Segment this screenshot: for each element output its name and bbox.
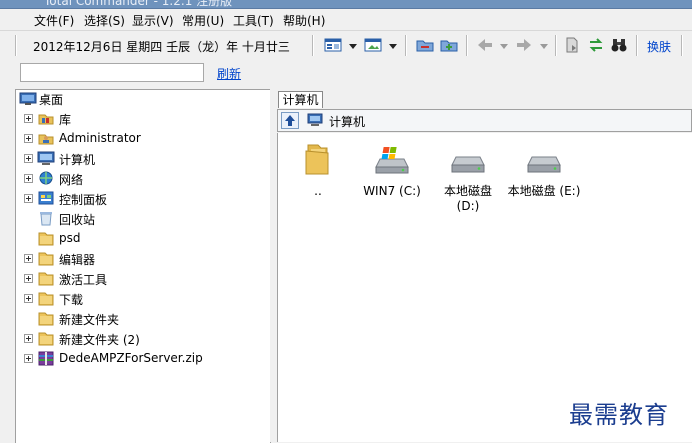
parent-folder-icon — [280, 141, 356, 180]
folder-icon — [37, 230, 55, 246]
toolbar-separator — [681, 35, 683, 56]
back-arrow-icon[interactable] — [476, 37, 494, 53]
file-item-drive-d[interactable]: 本地磁盘 (D:) — [430, 145, 506, 214]
tab-computer[interactable]: 计算机 — [278, 91, 323, 108]
toolbar-separator — [636, 35, 638, 56]
folder-icon — [37, 330, 55, 346]
network-icon — [37, 170, 55, 186]
file-label: .. — [314, 184, 322, 198]
local-disk-icon — [430, 145, 506, 180]
expand-icon[interactable] — [24, 174, 33, 183]
tree-item-label: 新建文件夹 — [59, 313, 120, 327]
date-display: 2012年12月6日 星期四 壬辰（龙）年 十月廿三 — [33, 40, 290, 54]
recycle-bin-icon — [37, 210, 55, 226]
file-item-parent[interactable]: .. — [280, 141, 356, 199]
menu-bar: 文件(F) 选择(S) 显示(V) 常用(U) 工具(T) 帮助(H) — [0, 9, 692, 31]
tree-item-label: 网络 — [59, 173, 84, 187]
chevron-down-icon[interactable] — [349, 44, 357, 49]
tree-item-label: 下载 — [59, 293, 84, 307]
menu-select[interactable]: 选择(S) — [84, 12, 125, 29]
file-properties-icon[interactable] — [563, 37, 581, 53]
refresh-link[interactable]: 刷新 — [217, 65, 241, 82]
expand-icon[interactable] — [24, 194, 33, 203]
tree-item-label: 桌面 — [39, 93, 64, 107]
watermark: 最需教育 — [569, 401, 669, 429]
path-bar: 计算机 — [277, 109, 692, 132]
toolbar-separator — [15, 35, 17, 56]
folder-tree[interactable]: 桌面 库 Administrator 计算机网络控制面板回收站 psd 编辑器激活工具下… — [15, 89, 271, 443]
folder-icon — [37, 270, 55, 286]
computer-icon — [37, 150, 55, 166]
tree-item-label: 编辑器 — [59, 253, 96, 267]
chevron-down-icon[interactable] — [389, 44, 397, 49]
menu-help[interactable]: 帮助(H) — [283, 12, 325, 29]
expand-icon[interactable] — [24, 274, 33, 283]
expand-icon[interactable] — [24, 354, 33, 363]
window-title: Total Commander - 1.2.1 注册版 — [44, 0, 233, 8]
expand-icon[interactable] — [24, 134, 33, 143]
switch-skin-button[interactable]: 换肤 — [647, 38, 671, 55]
tree-item-label: 激活工具 — [59, 273, 108, 287]
tree-item-label: 控制面板 — [59, 193, 108, 207]
control-panel-icon — [37, 190, 55, 206]
folder-icon — [37, 290, 55, 306]
panel-splitter[interactable] — [270, 89, 274, 442]
folder-remove-icon[interactable] — [416, 37, 434, 53]
toolbar-separator — [466, 35, 468, 56]
tree-item-label: DedeAMPZForServer.zip — [59, 351, 203, 365]
toolbar-separator — [555, 35, 557, 56]
file-label: WIN7 (C:) — [363, 184, 421, 198]
menu-tools[interactable]: 工具(T) — [233, 12, 274, 29]
expand-icon[interactable] — [24, 294, 33, 303]
binoculars-icon[interactable] — [610, 37, 628, 53]
computer-icon — [307, 113, 323, 127]
chevron-down-icon[interactable] — [540, 44, 548, 49]
tree-item-label: 库 — [59, 113, 72, 127]
toolbar-separator — [312, 35, 314, 56]
zip-archive-icon — [37, 350, 55, 366]
file-item-drive-c[interactable]: WIN7 (C:) — [354, 145, 430, 199]
expand-icon[interactable] — [24, 154, 33, 163]
local-disk-icon — [502, 145, 586, 180]
tree-item-label: Administrator — [59, 131, 141, 145]
address-input[interactable] — [20, 63, 204, 82]
expand-icon[interactable] — [24, 254, 33, 263]
up-arrow-icon[interactable] — [281, 112, 299, 129]
library-icon — [37, 110, 55, 126]
address-row: 刷新 — [0, 60, 692, 87]
view-mode-icon[interactable] — [324, 37, 342, 53]
folder-add-icon[interactable] — [440, 37, 458, 53]
menu-common[interactable]: 常用(U) — [182, 12, 224, 29]
toolbar-separator — [405, 35, 407, 56]
title-bar: Total Commander - 1.2.1 注册版 — [0, 0, 692, 9]
expand-icon[interactable] — [24, 114, 33, 123]
folder-icon — [37, 250, 55, 266]
user-folder-icon — [37, 130, 55, 146]
file-item-drive-e[interactable]: 本地磁盘 (E:) — [502, 145, 586, 199]
sync-icon[interactable] — [587, 37, 605, 53]
tree-item-label: 计算机 — [59, 153, 96, 167]
tree-item-label: psd — [59, 231, 81, 245]
file-label: 本地磁盘 (E:) — [507, 184, 581, 198]
folder-icon — [37, 310, 55, 326]
current-path: 计算机 — [329, 115, 366, 129]
tree-item-label: 新建文件夹 (2) — [59, 333, 140, 347]
system-drive-icon — [354, 145, 430, 180]
chevron-down-icon[interactable] — [500, 44, 508, 49]
desktop-icon — [19, 91, 37, 107]
file-label: 本地磁盘 (D:) — [443, 184, 492, 213]
menu-file[interactable]: 文件(F) — [34, 12, 74, 29]
tree-item-label: 回收站 — [59, 213, 96, 227]
file-panel: 计算机 计算机 .. WIN7 (C:) 本地磁盘 (D:) 本地磁盘 (E:) — [275, 89, 692, 442]
menu-view[interactable]: 显示(V) — [132, 12, 174, 29]
expand-icon[interactable] — [24, 334, 33, 343]
thumbnail-view-icon[interactable] — [364, 37, 382, 53]
toolbar: 2012年12月6日 星期四 壬辰（龙）年 十月廿三 换肤 — [0, 31, 692, 61]
forward-arrow-icon[interactable] — [515, 37, 533, 53]
